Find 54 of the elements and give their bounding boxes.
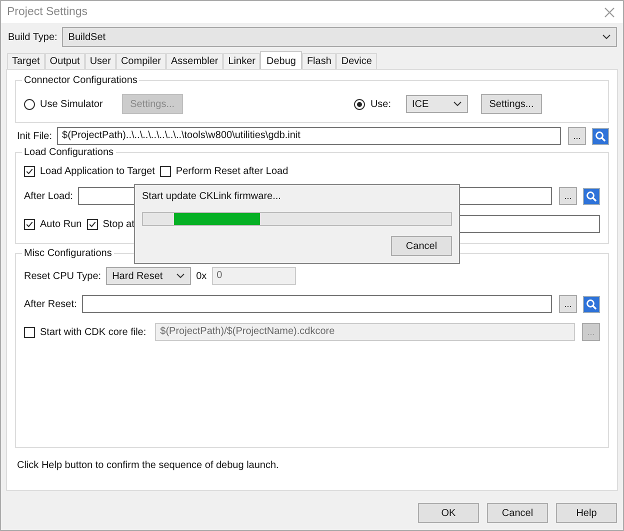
radio-label: Use Simulator	[40, 98, 103, 110]
tab[interactable]: User	[84, 53, 116, 69]
tab[interactable]: Flash	[302, 53, 336, 69]
after-reset-label: After Reset:	[24, 298, 77, 310]
checkbox-label: Auto Run	[40, 218, 82, 230]
tab[interactable]: Output	[44, 53, 85, 69]
group-title: Connector Configurations	[23, 75, 138, 86]
help-text: Click Help button to confirm the sequence of debug launch.	[17, 460, 280, 471]
tab[interactable]: Device	[336, 53, 377, 69]
caret-icon	[176, 273, 186, 279]
checkbox[interactable]	[160, 166, 171, 177]
radio-button[interactable]	[354, 98, 366, 110]
browse-button[interactable]: ...	[559, 295, 577, 313]
caret-icon	[453, 101, 462, 107]
build-type-label: Build Type:	[8, 32, 58, 42]
after-load-label: After Load:	[24, 190, 73, 202]
radio-button[interactable]	[24, 98, 35, 110]
dialog-button[interactable]: Cancel	[487, 503, 548, 523]
close-icon[interactable]	[604, 6, 615, 18]
tab[interactable]: Target	[7, 53, 45, 69]
checkbox-label: Stop at	[102, 218, 134, 230]
init-file-field[interactable]: $(ProjectPath)..\..\..\..\..\..\..\tools\w800\utilities\gdb.init	[57, 127, 561, 145]
hex-prefix: 0x	[196, 270, 207, 282]
checkbox[interactable]	[86, 218, 98, 230]
browse-button[interactable]: ...	[559, 187, 577, 205]
window-title: Project Settings	[7, 6, 88, 18]
caret-icon	[602, 34, 611, 40]
settings-button[interactable]: Settings...	[481, 94, 542, 114]
dialog-button[interactable]: OK	[418, 503, 479, 523]
cancel-button[interactable]: Cancel	[391, 236, 452, 256]
checkbox-label: Load Application to Target	[40, 166, 155, 177]
tab[interactable]: Assembler	[166, 53, 224, 69]
reset-type-dropdown[interactable]: Hard Reset	[106, 267, 192, 285]
checkbox[interactable]	[24, 218, 35, 230]
group-title: Misc Configurations	[23, 248, 113, 259]
tab[interactable]: Linker	[223, 53, 260, 69]
tab[interactable]: Compiler	[116, 53, 166, 69]
checkbox[interactable]	[24, 166, 35, 177]
browse-button[interactable]: ...	[568, 127, 586, 145]
checkbox-label: Start with CDK core file:	[40, 326, 146, 338]
search-icon[interactable]	[583, 188, 600, 204]
connector-dropdown[interactable]: ICE	[406, 95, 468, 113]
after-reset-field[interactable]	[82, 295, 552, 313]
dialog-button[interactable]: Help	[556, 503, 617, 523]
init-file-label: Init File:	[17, 130, 52, 142]
checkbox-label: Perform Reset after Load	[176, 166, 288, 177]
group-title: Load Configurations	[23, 147, 115, 158]
search-icon[interactable]	[583, 296, 600, 312]
search-icon[interactable]	[592, 128, 609, 144]
build-type-dropdown[interactable]: BuildSet	[62, 27, 617, 47]
reset-cpu-label: Reset CPU Type:	[24, 270, 102, 282]
progress-message: Start update CKLink firmware...	[142, 191, 282, 202]
radio-label: Use:	[370, 98, 391, 110]
tab[interactable]: Debug	[260, 51, 302, 69]
